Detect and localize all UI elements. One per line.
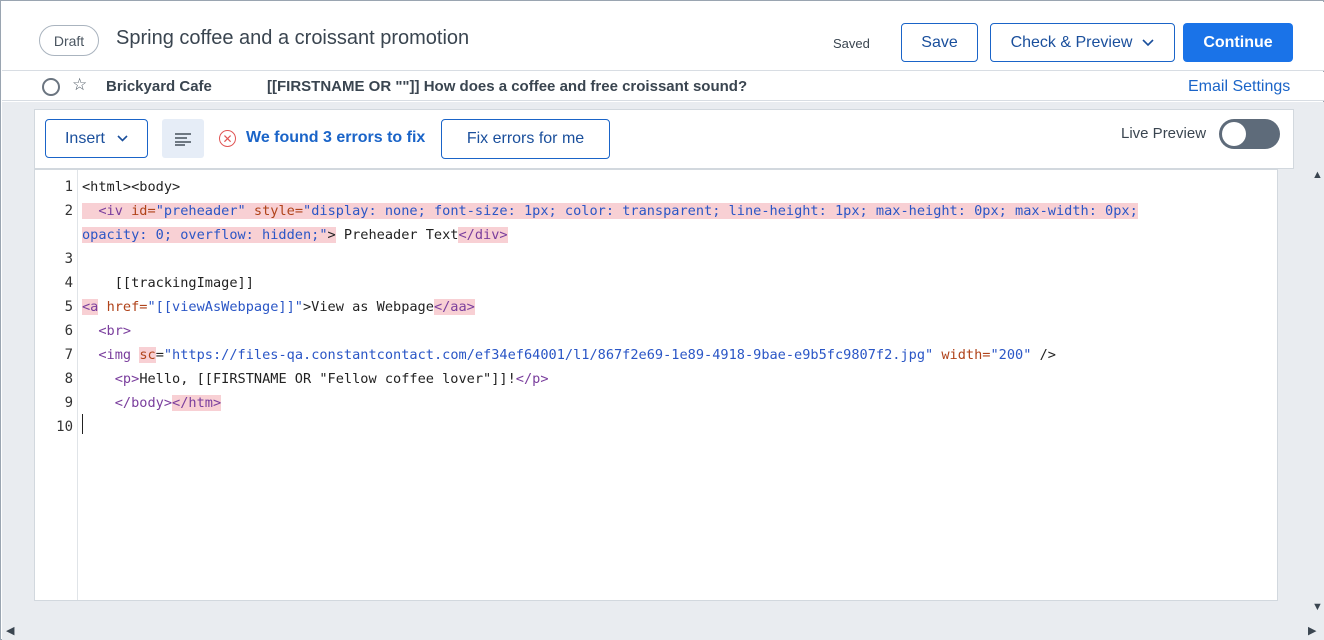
code-token: <html> [82,179,132,195]
code-token-error: </div> [458,227,508,243]
code-line: opacity: 0; overflow: hidden;"> Preheade… [82,227,508,243]
code-token: style= [253,203,304,219]
align-left-icon [175,132,191,146]
editor-toolbar: Insert ✕ We found 3 errors to fix Fix er… [34,109,1294,169]
code-token: </p> [515,371,549,387]
subject-row: ☆ Brickyard Cafe [[FIRSTNAME OR ""]] How… [2,72,1324,101]
code-token-error: sc [139,347,156,363]
code-token: opacity: 0; overflow: hidden;" [82,227,328,243]
code-token-error: </htm> [172,395,222,411]
align-left-button[interactable] [162,119,204,158]
save-button[interactable]: Save [901,23,978,62]
code-token-error: <iv [98,203,123,219]
top-bar: Draft Spring coffee and a croissant prom… [2,2,1324,71]
line-number: 4 [64,275,73,291]
editor-area: Insert ✕ We found 3 errors to fix Fix er… [2,102,1324,640]
radio-circle-icon[interactable] [42,78,60,96]
from-name: Brickyard Cafe [106,78,212,95]
check-preview-label: Check & Preview [1010,33,1133,51]
check-preview-button[interactable]: Check & Preview [990,23,1175,62]
app-window: Draft Spring coffee and a croissant prom… [0,0,1324,640]
code-line: <html><body> [82,179,180,195]
code-token: "[[viewAsWebpage]]" [147,299,303,315]
code-token: "200" [990,347,1032,363]
code-line: <br> [82,323,131,339]
line-number: 5 [64,299,73,315]
live-preview-toggle[interactable] [1219,119,1280,149]
line-number: 8 [64,371,73,387]
scroll-up-icon[interactable]: ▲ [1312,169,1323,181]
code-token: Hello, [[FIRSTNAME OR "Fellow coffee lov… [139,371,516,387]
text-cursor [82,414,83,434]
chevron-down-icon [1142,38,1154,46]
code-token: [[trackingImage]] [114,275,254,291]
code-line: <a href="[[viewAsWebpage]]">View as Webp… [82,299,475,315]
live-preview-label: Live Preview [1121,125,1207,142]
line-number: 10 [56,419,73,435]
save-button-label: Save [921,33,958,51]
line-number: 9 [64,395,73,411]
code-token: width= [941,347,991,363]
code-token: <img [98,347,132,363]
saved-status: Saved [833,36,870,51]
line-number: 1 [64,179,73,195]
code-token: "display: none; font-size: 1px; color: t… [303,203,1138,219]
campaign-title[interactable]: Spring coffee and a croissant promotion [116,27,469,50]
code-token: > [327,227,336,243]
email-settings-link[interactable]: Email Settings [1188,78,1290,96]
code-token: <br> [98,323,132,339]
status-badge: Draft [39,25,99,56]
line-number: 6 [64,323,73,339]
code-token: Preheader Text [335,227,459,243]
error-circle-icon: ✕ [219,130,236,147]
code-token: /> [1031,347,1056,363]
code-token: href= [106,299,148,315]
insert-button[interactable]: Insert [45,119,148,158]
continue-button-label: Continue [1203,33,1273,51]
code-token: >View as Webpage [302,299,434,315]
insert-button-label: Insert [64,129,105,147]
scroll-down-icon[interactable]: ▼ [1312,601,1323,613]
code-token-error: </aa> [433,299,475,315]
code-token: "preheader" [155,203,246,219]
subject-line[interactable]: [[FIRSTNAME OR ""]] How does a coffee an… [267,78,747,95]
horizontal-scrollbar[interactable]: ◀ ▶ [2,622,1324,639]
scroll-right-icon[interactable]: ▶ [1308,624,1316,637]
toggle-knob [1222,122,1246,146]
scroll-left-icon[interactable]: ◀ [6,624,14,637]
code-line: <iv id="preheader" style="display: none;… [82,203,1138,219]
code-token-error: <a [82,299,99,315]
code-line: <img sc="https://files-qa.constantcontac… [82,347,1056,363]
vertical-scrollbar[interactable]: ▲ ▼ [1309,169,1324,619]
error-message[interactable]: We found 3 errors to fix [246,129,425,147]
chevron-down-icon [117,135,128,142]
line-number: 2 [64,203,73,219]
line-number: 7 [64,347,73,363]
code-token: <body> [131,179,181,195]
code-token: id= [131,203,156,219]
fix-errors-button[interactable]: Fix errors for me [441,119,610,159]
code-line: <p>Hello, [[FIRSTNAME OR "Fellow coffee … [82,371,549,387]
code-token: </body> [114,395,173,411]
code-editor[interactable]: 1 2 3 4 5 6 7 8 9 10 <html><body> <iv id… [34,169,1278,601]
code-line: [[trackingImage]] [82,275,254,291]
code-line: </body></htm> [82,395,222,411]
code-token: "https://files-qa.constantcontact.com/ef… [163,347,934,363]
line-number: 3 [64,251,73,267]
code-token: <p> [114,371,140,387]
code-token: = [155,347,164,363]
star-icon[interactable]: ☆ [72,75,87,95]
continue-button[interactable]: Continue [1183,23,1293,62]
fix-errors-label: Fix errors for me [466,130,585,147]
line-number-gutter: 1 2 3 4 5 6 7 8 9 10 [35,170,78,600]
